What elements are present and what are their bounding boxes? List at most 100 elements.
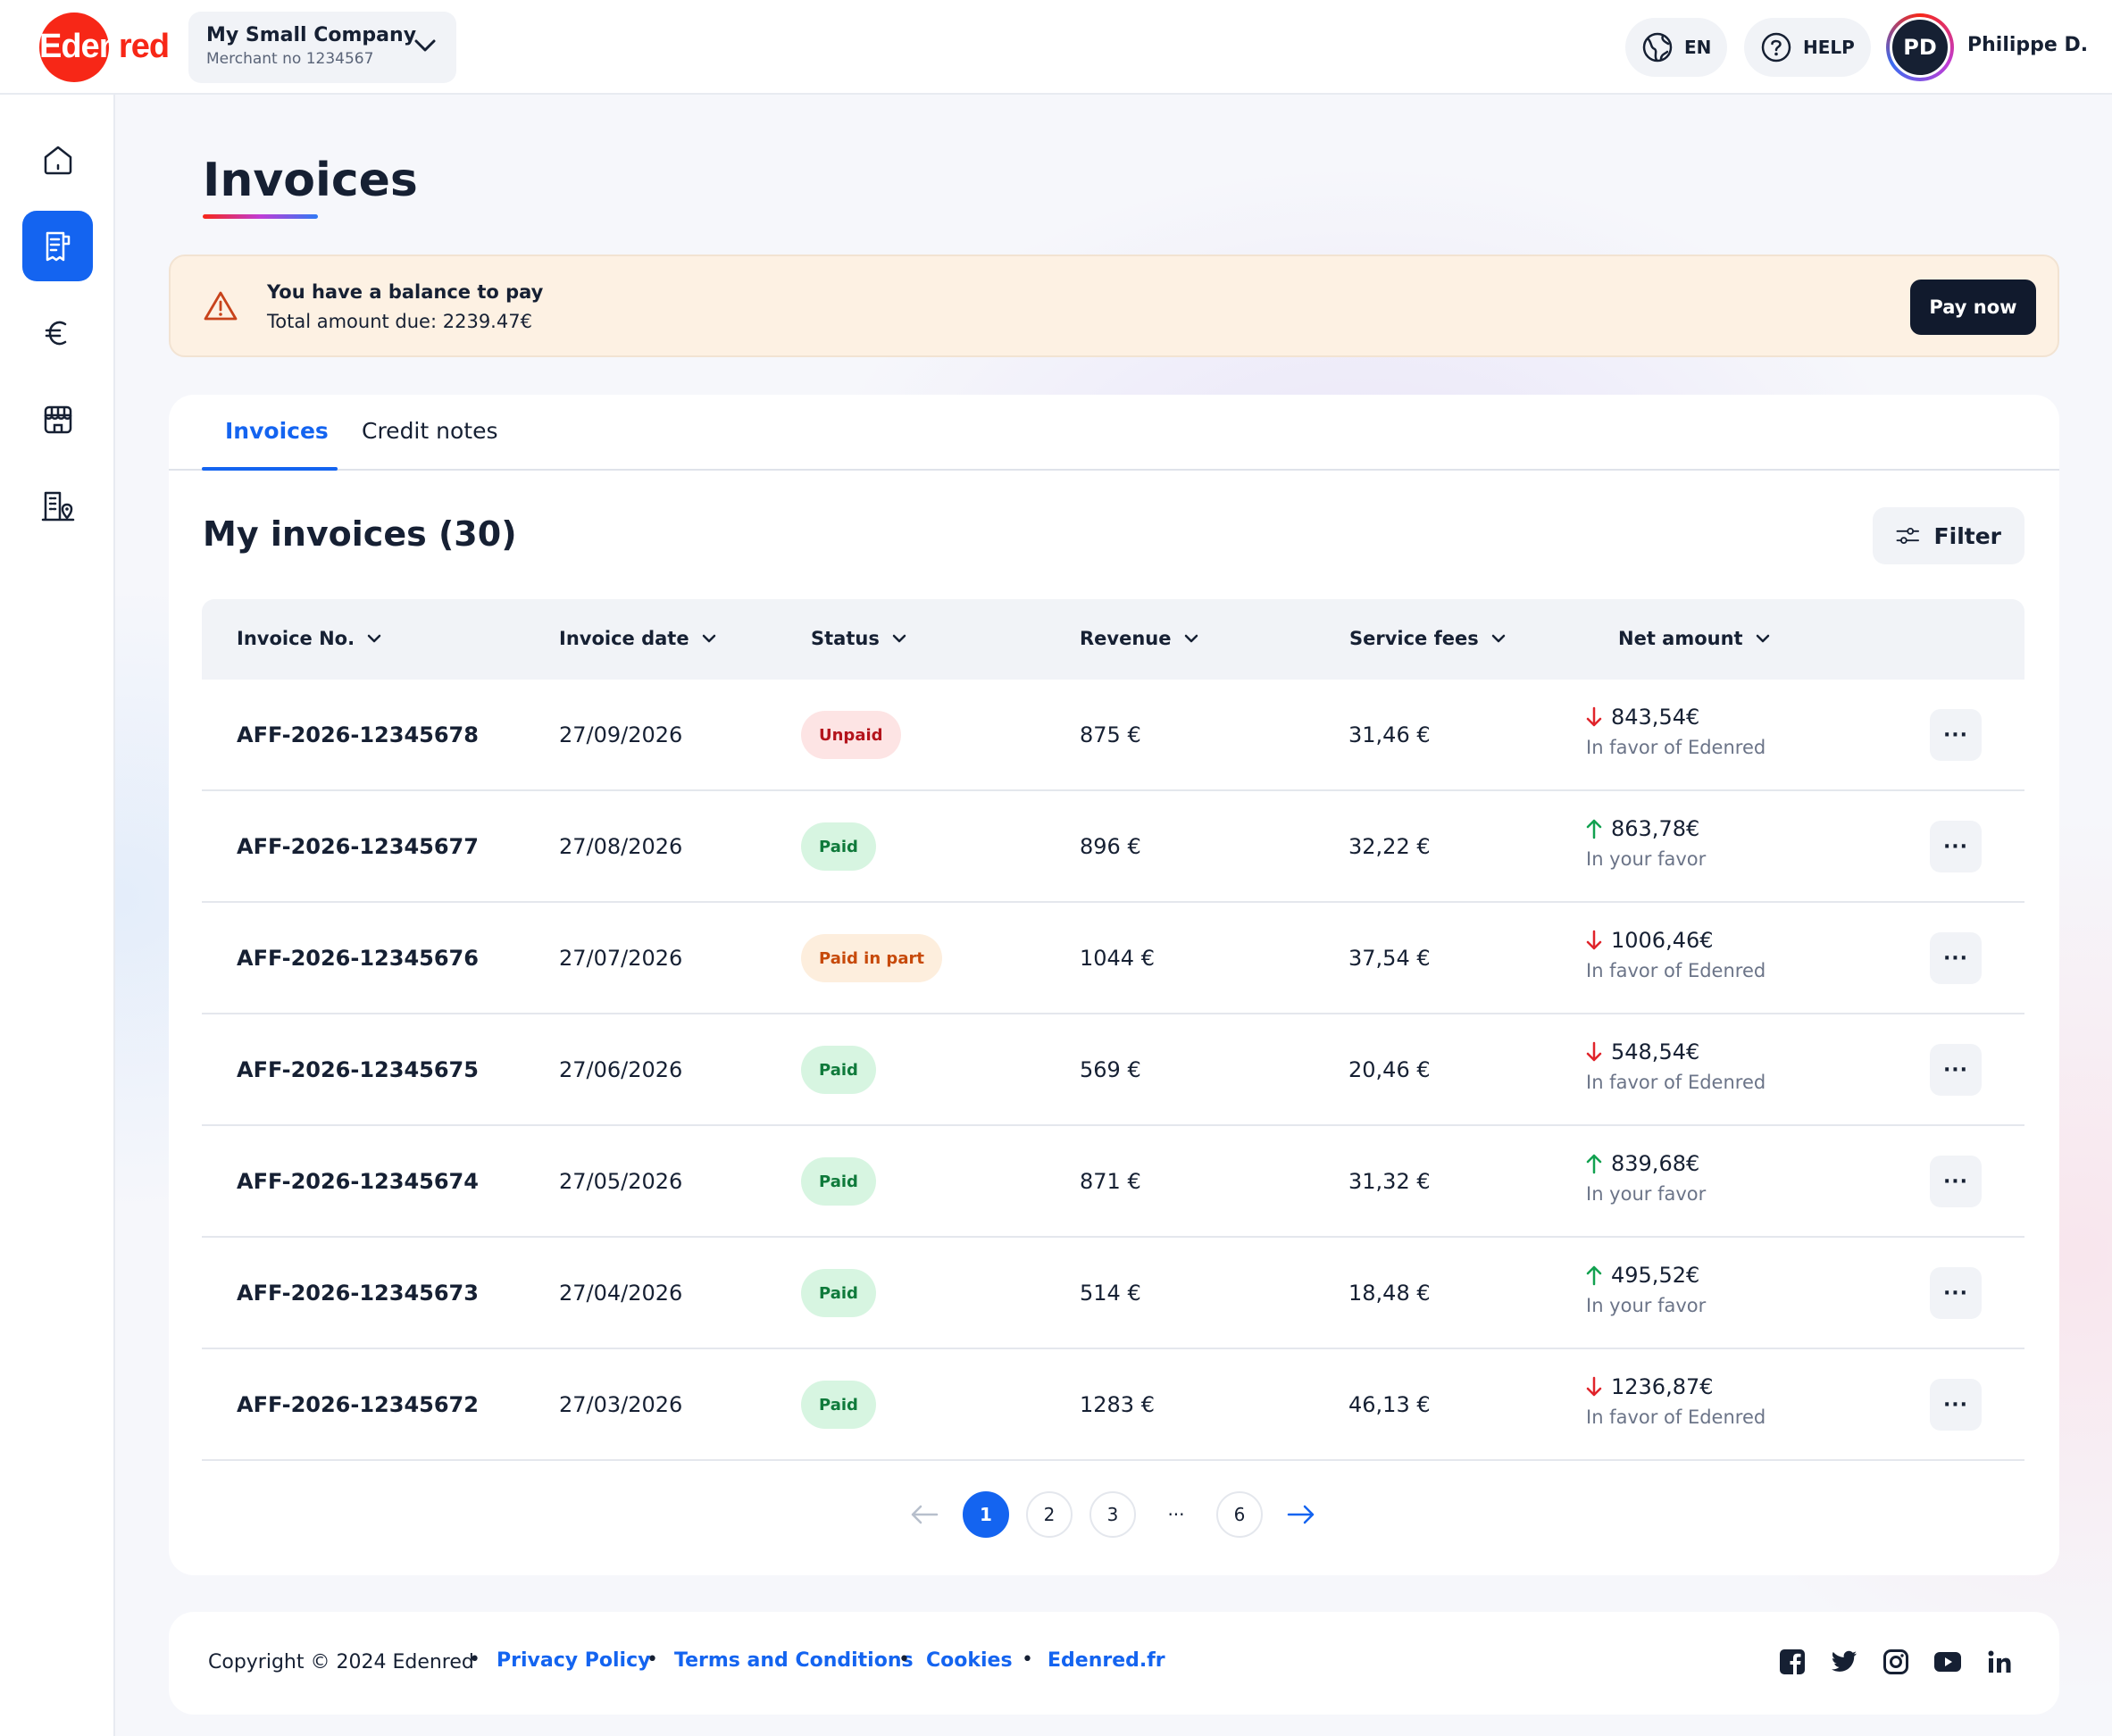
chevron-down-icon [1756, 634, 1769, 643]
globe-icon [1642, 32, 1673, 63]
service-fees-value: 32,22 € [1348, 834, 1431, 859]
language-button[interactable]: EN [1625, 18, 1728, 77]
invoice-number: AFF-2026-12345674 [237, 1169, 479, 1194]
table-row[interactable]: AFF-2026-12345678 27/09/2026 Unpaid 875 € 31… [202, 680, 2024, 791]
edenred-logo[interactable]: Edenred [39, 13, 170, 82]
revenue-value: 871 € [1080, 1169, 1141, 1194]
net-amount-note: In your favor [1586, 1295, 1707, 1316]
row-more-button[interactable]: ··· [1930, 1156, 1982, 1207]
net-amount-note: In favor of Edenred [1586, 960, 1766, 981]
net-amount-note: In your favor [1586, 1183, 1707, 1205]
tab-credit-notes[interactable]: Credit notes [362, 418, 497, 444]
footer: Copyright © 2024 Edenred • Privacy Polic… [169, 1612, 2059, 1715]
sidebar-item-stores[interactable] [22, 384, 93, 455]
net-amount-note: In favor of Edenred [1586, 1406, 1766, 1428]
page-button-6[interactable]: 6 [1216, 1491, 1263, 1538]
net-amount-value: 548,54€ [1611, 1039, 1700, 1064]
company-selector[interactable]: My Small Company Merchant no 1234567 [188, 12, 456, 83]
sliders-icon [1896, 527, 1919, 545]
instagram-icon[interactable] [1878, 1644, 1914, 1680]
service-fees-value: 31,32 € [1348, 1169, 1431, 1194]
row-more-button[interactable]: ··· [1930, 1379, 1982, 1431]
active-tab-indicator [202, 467, 338, 471]
status-badge: Paid [801, 1269, 876, 1317]
net-amount: 1236,87€ In favor of Edenred [1586, 1374, 1766, 1428]
table-row[interactable]: AFF-2026-12345674 27/05/2026 Paid 871 € 31,3… [202, 1126, 2024, 1238]
column-invoice-date[interactable]: Invoice date [559, 628, 716, 649]
page-button-3[interactable]: 3 [1089, 1491, 1136, 1538]
revenue-value: 514 € [1080, 1281, 1141, 1306]
invoice-number: AFF-2026-12345678 [237, 722, 479, 747]
row-more-button[interactable]: ··· [1930, 1267, 1982, 1319]
page-title: Invoices [203, 154, 418, 207]
question-icon [1761, 32, 1791, 63]
page-button-1[interactable]: 1 [963, 1491, 1009, 1538]
alert-amount: Total amount due: 2239.47€ [267, 311, 532, 332]
avatar[interactable]: PD [1886, 13, 1954, 81]
sidebar-item-invoices[interactable] [22, 211, 93, 281]
table-row[interactable]: AFF-2026-12345672 27/03/2026 Paid 1283 € 46,… [202, 1349, 2024, 1461]
row-more-button[interactable]: ··· [1930, 709, 1982, 761]
chevron-down-icon [367, 634, 381, 643]
sidebar-item-home[interactable] [22, 124, 93, 195]
column-service-fees[interactable]: Service fees [1349, 628, 1506, 649]
table-row[interactable]: AFF-2026-12345675 27/06/2026 Paid 569 € 20,4… [202, 1014, 2024, 1126]
copyright: Copyright © 2024 Edenred [208, 1651, 474, 1673]
invoice-icon [46, 231, 70, 261]
youtube-icon[interactable] [1930, 1644, 1966, 1680]
arrow-down-icon [1586, 706, 1602, 727]
row-more-button[interactable]: ··· [1930, 821, 1982, 872]
edenred-fr-link[interactable]: Edenred.fr [1048, 1649, 1165, 1672]
table-row[interactable]: AFF-2026-12345676 27/07/2026 Paid in part 1… [202, 903, 2024, 1014]
status-badge: Paid in part [801, 934, 942, 982]
balance-alert: You have a balance to pay Total amount d… [169, 255, 2059, 357]
filter-button[interactable]: Filter [1873, 507, 2024, 564]
net-amount-value: 1006,46€ [1611, 928, 1714, 953]
row-more-button[interactable]: ··· [1930, 1044, 1982, 1096]
previous-page-button[interactable] [901, 1491, 947, 1538]
privacy-policy-link[interactable]: Privacy Policy [497, 1649, 650, 1672]
terms-link[interactable]: Terms and Conditions [674, 1649, 914, 1672]
row-more-button[interactable]: ··· [1930, 932, 1982, 984]
column-invoice-no[interactable]: Invoice No. [237, 628, 381, 649]
user-name[interactable]: Philippe D. [1967, 34, 2088, 56]
chevron-down-icon [1184, 634, 1198, 643]
linkedin-icon[interactable] [1982, 1644, 2017, 1680]
euro-icon [45, 321, 66, 345]
invoice-number: AFF-2026-12345675 [237, 1057, 479, 1082]
net-amount-note: In favor of Edenred [1586, 737, 1766, 758]
company-name: My Small Company [206, 24, 417, 46]
arrow-up-icon [1586, 1265, 1602, 1286]
page-button-2[interactable]: 2 [1026, 1491, 1073, 1538]
building-location-icon [41, 491, 74, 521]
column-net-amount[interactable]: Net amount [1618, 628, 1770, 649]
revenue-value: 569 € [1080, 1057, 1141, 1082]
twitter-icon[interactable] [1826, 1644, 1862, 1680]
tab-invoices[interactable]: Invoices [225, 418, 329, 444]
next-page-button[interactable] [1278, 1491, 1324, 1538]
tab-bar: Invoices Credit notes [169, 395, 2059, 471]
language-label: EN [1684, 37, 1712, 58]
service-fees-value: 18,48 € [1348, 1281, 1431, 1306]
chevron-down-icon [1491, 634, 1505, 643]
invoices-card: Invoices Credit notes My invoices (30) F… [169, 395, 2059, 1575]
table-row[interactable]: AFF-2026-12345677 27/08/2026 Paid 896 € 32,2… [202, 791, 2024, 903]
cookies-link[interactable]: Cookies [926, 1649, 1013, 1672]
top-bar: Edenred My Small Company Merchant no 123… [0, 0, 2112, 95]
arrow-right-icon [1287, 1505, 1315, 1524]
column-status[interactable]: Status [811, 628, 906, 649]
net-amount-value: 843,54€ [1611, 705, 1700, 730]
invoice-number: AFF-2026-12345677 [237, 834, 479, 859]
table-row[interactable]: AFF-2026-12345673 27/04/2026 Paid 514 € 18,4… [202, 1238, 2024, 1349]
facebook-icon[interactable] [1774, 1644, 1810, 1680]
help-button[interactable]: HELP [1744, 18, 1871, 77]
page-ellipsis: ··· [1167, 1504, 1185, 1525]
pay-now-button[interactable]: Pay now [1910, 280, 2036, 335]
net-amount: 548,54€ In favor of Edenred [1586, 1039, 1766, 1093]
net-amount-value: 839,68€ [1611, 1151, 1700, 1176]
sidebar-item-payments[interactable] [22, 297, 93, 368]
sidebar-item-locations[interactable] [22, 471, 93, 541]
column-revenue[interactable]: Revenue [1080, 628, 1198, 649]
status-badge: Paid [801, 1381, 876, 1429]
net-amount: 843,54€ In favor of Edenred [1586, 705, 1766, 758]
